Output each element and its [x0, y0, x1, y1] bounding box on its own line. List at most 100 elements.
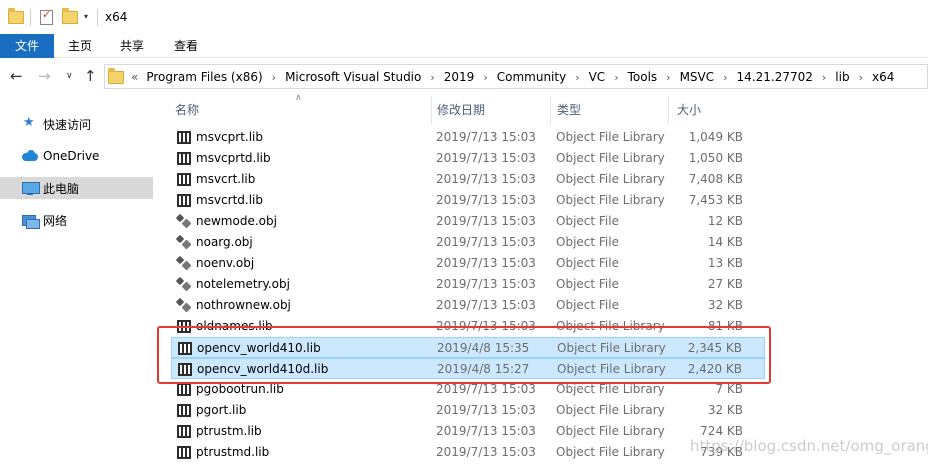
- file-row[interactable]: msvcrtd.lib 2019/7/13 15:03 Object File Li…: [171, 190, 765, 211]
- column-header-date[interactable]: 修改日期: [419, 96, 539, 124]
- file-row[interactable]: ptrustmd.lib 2019/7/13 15:03 Object File L…: [171, 442, 765, 463]
- file-size: 14 KB: [707, 235, 743, 249]
- onedrive-cloud-icon: [22, 149, 38, 163]
- breadcrumb: « Program Files (x86) › Microsoft Visual…: [129, 68, 896, 86]
- breadcrumb-separator-icon[interactable]: ›: [476, 71, 494, 84]
- file-type: Object File Library: [556, 445, 665, 459]
- breadcrumb-separator-icon[interactable]: ›: [423, 71, 441, 84]
- file-size: 7 KB: [715, 382, 743, 396]
- breadcrumb-separator-icon[interactable]: ›: [815, 71, 833, 84]
- breadcrumb-item[interactable]: 2019: [442, 70, 477, 84]
- breadcrumb-overflow[interactable]: «: [129, 70, 144, 84]
- file-type: Object File Library: [556, 130, 665, 144]
- nav-item-onedrive[interactable]: OneDrive: [0, 145, 153, 167]
- column-header-type[interactable]: 类型: [539, 96, 659, 124]
- file-name: msvcrtd.lib: [196, 193, 263, 207]
- tab-home[interactable]: 主页: [54, 34, 106, 58]
- file-row[interactable]: newmode.obj 2019/7/13 15:03 Object File 12 …: [171, 211, 765, 232]
- file-type: Object File: [556, 256, 619, 270]
- file-name: notelemetry.obj: [196, 277, 290, 291]
- window-title: x64: [105, 10, 128, 24]
- watermark: https://blog.csdn.net/omg_orange: [690, 437, 928, 455]
- file-date: 2019/7/13 15:03: [436, 214, 536, 228]
- tab-view[interactable]: 查看: [158, 34, 214, 58]
- customize-quick-access-chevron-icon[interactable]: ▾: [84, 12, 88, 21]
- file-row[interactable]: pgort.lib 2019/7/13 15:03 Object File Libr…: [171, 400, 765, 421]
- nav-item-label: 快速访问: [43, 117, 92, 132]
- breadcrumb-item[interactable]: lib: [833, 70, 851, 84]
- file-type: Object File Library: [556, 151, 665, 165]
- breadcrumb-separator-icon[interactable]: ›: [716, 71, 734, 84]
- file-date: 2019/7/13 15:03: [436, 403, 536, 417]
- file-name: noarg.obj: [196, 235, 253, 249]
- object-file-icon: [177, 278, 191, 291]
- network-icon: [22, 213, 40, 229]
- file-type: Object File Library: [556, 424, 665, 438]
- file-type: Object File Library: [556, 403, 665, 417]
- file-row[interactable]: msvcrt.lib 2019/7/13 15:03 Object File Lib…: [171, 169, 765, 190]
- file-name: msvcrt.lib: [196, 172, 256, 186]
- recent-locations-chevron-icon[interactable]: ∨: [66, 71, 73, 81]
- nav-item-label: OneDrive: [43, 149, 100, 163]
- navigation-pane: 快速访问 OneDrive 此电脑 网络: [0, 96, 157, 465]
- file-row[interactable]: msvcprtd.lib 2019/7/13 15:03 Object File L…: [171, 148, 765, 169]
- object-file-icon: [177, 299, 191, 312]
- column-header-name[interactable]: 名称: [157, 96, 419, 124]
- library-file-icon: [177, 152, 191, 165]
- library-file-icon: [177, 173, 191, 186]
- column-header-size[interactable]: 大小: [659, 96, 749, 124]
- folder-icon: [8, 8, 24, 24]
- file-date: 2019/7/13 15:03: [436, 130, 536, 144]
- file-row[interactable]: msvcprt.lib 2019/7/13 15:03 Object File Li…: [171, 127, 765, 148]
- nav-item-quick-access[interactable]: 快速访问: [0, 113, 153, 135]
- breadcrumb-item[interactable]: MSVC: [678, 70, 717, 84]
- tab-file[interactable]: 文件: [0, 34, 54, 58]
- quick-access-star-icon: [22, 115, 38, 131]
- nav-item-network[interactable]: 网络: [0, 209, 153, 231]
- file-row[interactable]: nothrownew.obj 2019/7/13 15:03 Object File…: [171, 295, 765, 316]
- breadcrumb-item[interactable]: Program Files (x86): [144, 70, 264, 84]
- breadcrumb-item[interactable]: Community: [495, 70, 568, 84]
- file-size: 1,050 KB: [688, 151, 743, 165]
- breadcrumb-item[interactable]: Microsoft Visual Studio: [283, 70, 423, 84]
- forward-arrow-icon[interactable]: →: [38, 67, 51, 85]
- file-size: 13 KB: [707, 256, 743, 270]
- object-file-icon: [177, 236, 191, 249]
- breadcrumb-separator-icon[interactable]: ›: [568, 71, 586, 84]
- file-type: Object File: [556, 277, 619, 291]
- back-arrow-icon[interactable]: ←: [10, 67, 23, 85]
- file-date: 2019/7/13 15:03: [436, 445, 536, 459]
- breadcrumb-separator-icon[interactable]: ›: [607, 71, 625, 84]
- file-date: 2019/7/13 15:03: [436, 172, 536, 186]
- breadcrumb-separator-icon[interactable]: ›: [659, 71, 677, 84]
- file-name: msvcprt.lib: [196, 130, 263, 144]
- ribbon-tabs: 文件 主页 共享 查看: [0, 34, 928, 58]
- file-row[interactable]: ptrustm.lib 2019/7/13 15:03 Object File Li…: [171, 421, 765, 442]
- file-row[interactable]: noenv.obj 2019/7/13 15:03 Object File 13 KB: [171, 253, 765, 274]
- library-file-icon: [177, 446, 191, 459]
- file-size: 32 KB: [707, 298, 743, 312]
- breadcrumb-item[interactable]: Tools: [626, 70, 660, 84]
- breadcrumb-separator-icon[interactable]: ›: [852, 71, 870, 84]
- file-row[interactable]: notelemetry.obj 2019/7/13 15:03 Object Fil…: [171, 274, 765, 295]
- breadcrumb-item[interactable]: 14.21.27702: [735, 70, 815, 84]
- file-name: msvcprtd.lib: [196, 151, 271, 165]
- file-date: 2019/7/13 15:03: [436, 298, 536, 312]
- breadcrumb-item[interactable]: VC: [587, 70, 608, 84]
- file-size: 1,049 KB: [688, 130, 743, 144]
- file-row[interactable]: noarg.obj 2019/7/13 15:03 Object File 14 KB: [171, 232, 765, 253]
- tab-share[interactable]: 共享: [106, 34, 158, 58]
- library-file-icon: [177, 194, 191, 207]
- breadcrumb-item-current[interactable]: x64: [870, 70, 896, 84]
- nav-item-this-pc[interactable]: 此电脑: [0, 177, 153, 199]
- properties-icon[interactable]: [40, 8, 53, 25]
- library-file-icon: [177, 404, 191, 417]
- breadcrumb-separator-icon[interactable]: ›: [265, 71, 283, 84]
- object-file-icon: [177, 257, 191, 270]
- up-arrow-icon[interactable]: ↑: [84, 67, 97, 85]
- title-separator: [97, 9, 98, 26]
- new-folder-icon[interactable]: [62, 8, 78, 24]
- library-file-icon: [177, 383, 191, 396]
- file-size: 12 KB: [707, 214, 743, 228]
- nav-item-label: 网络: [43, 213, 68, 228]
